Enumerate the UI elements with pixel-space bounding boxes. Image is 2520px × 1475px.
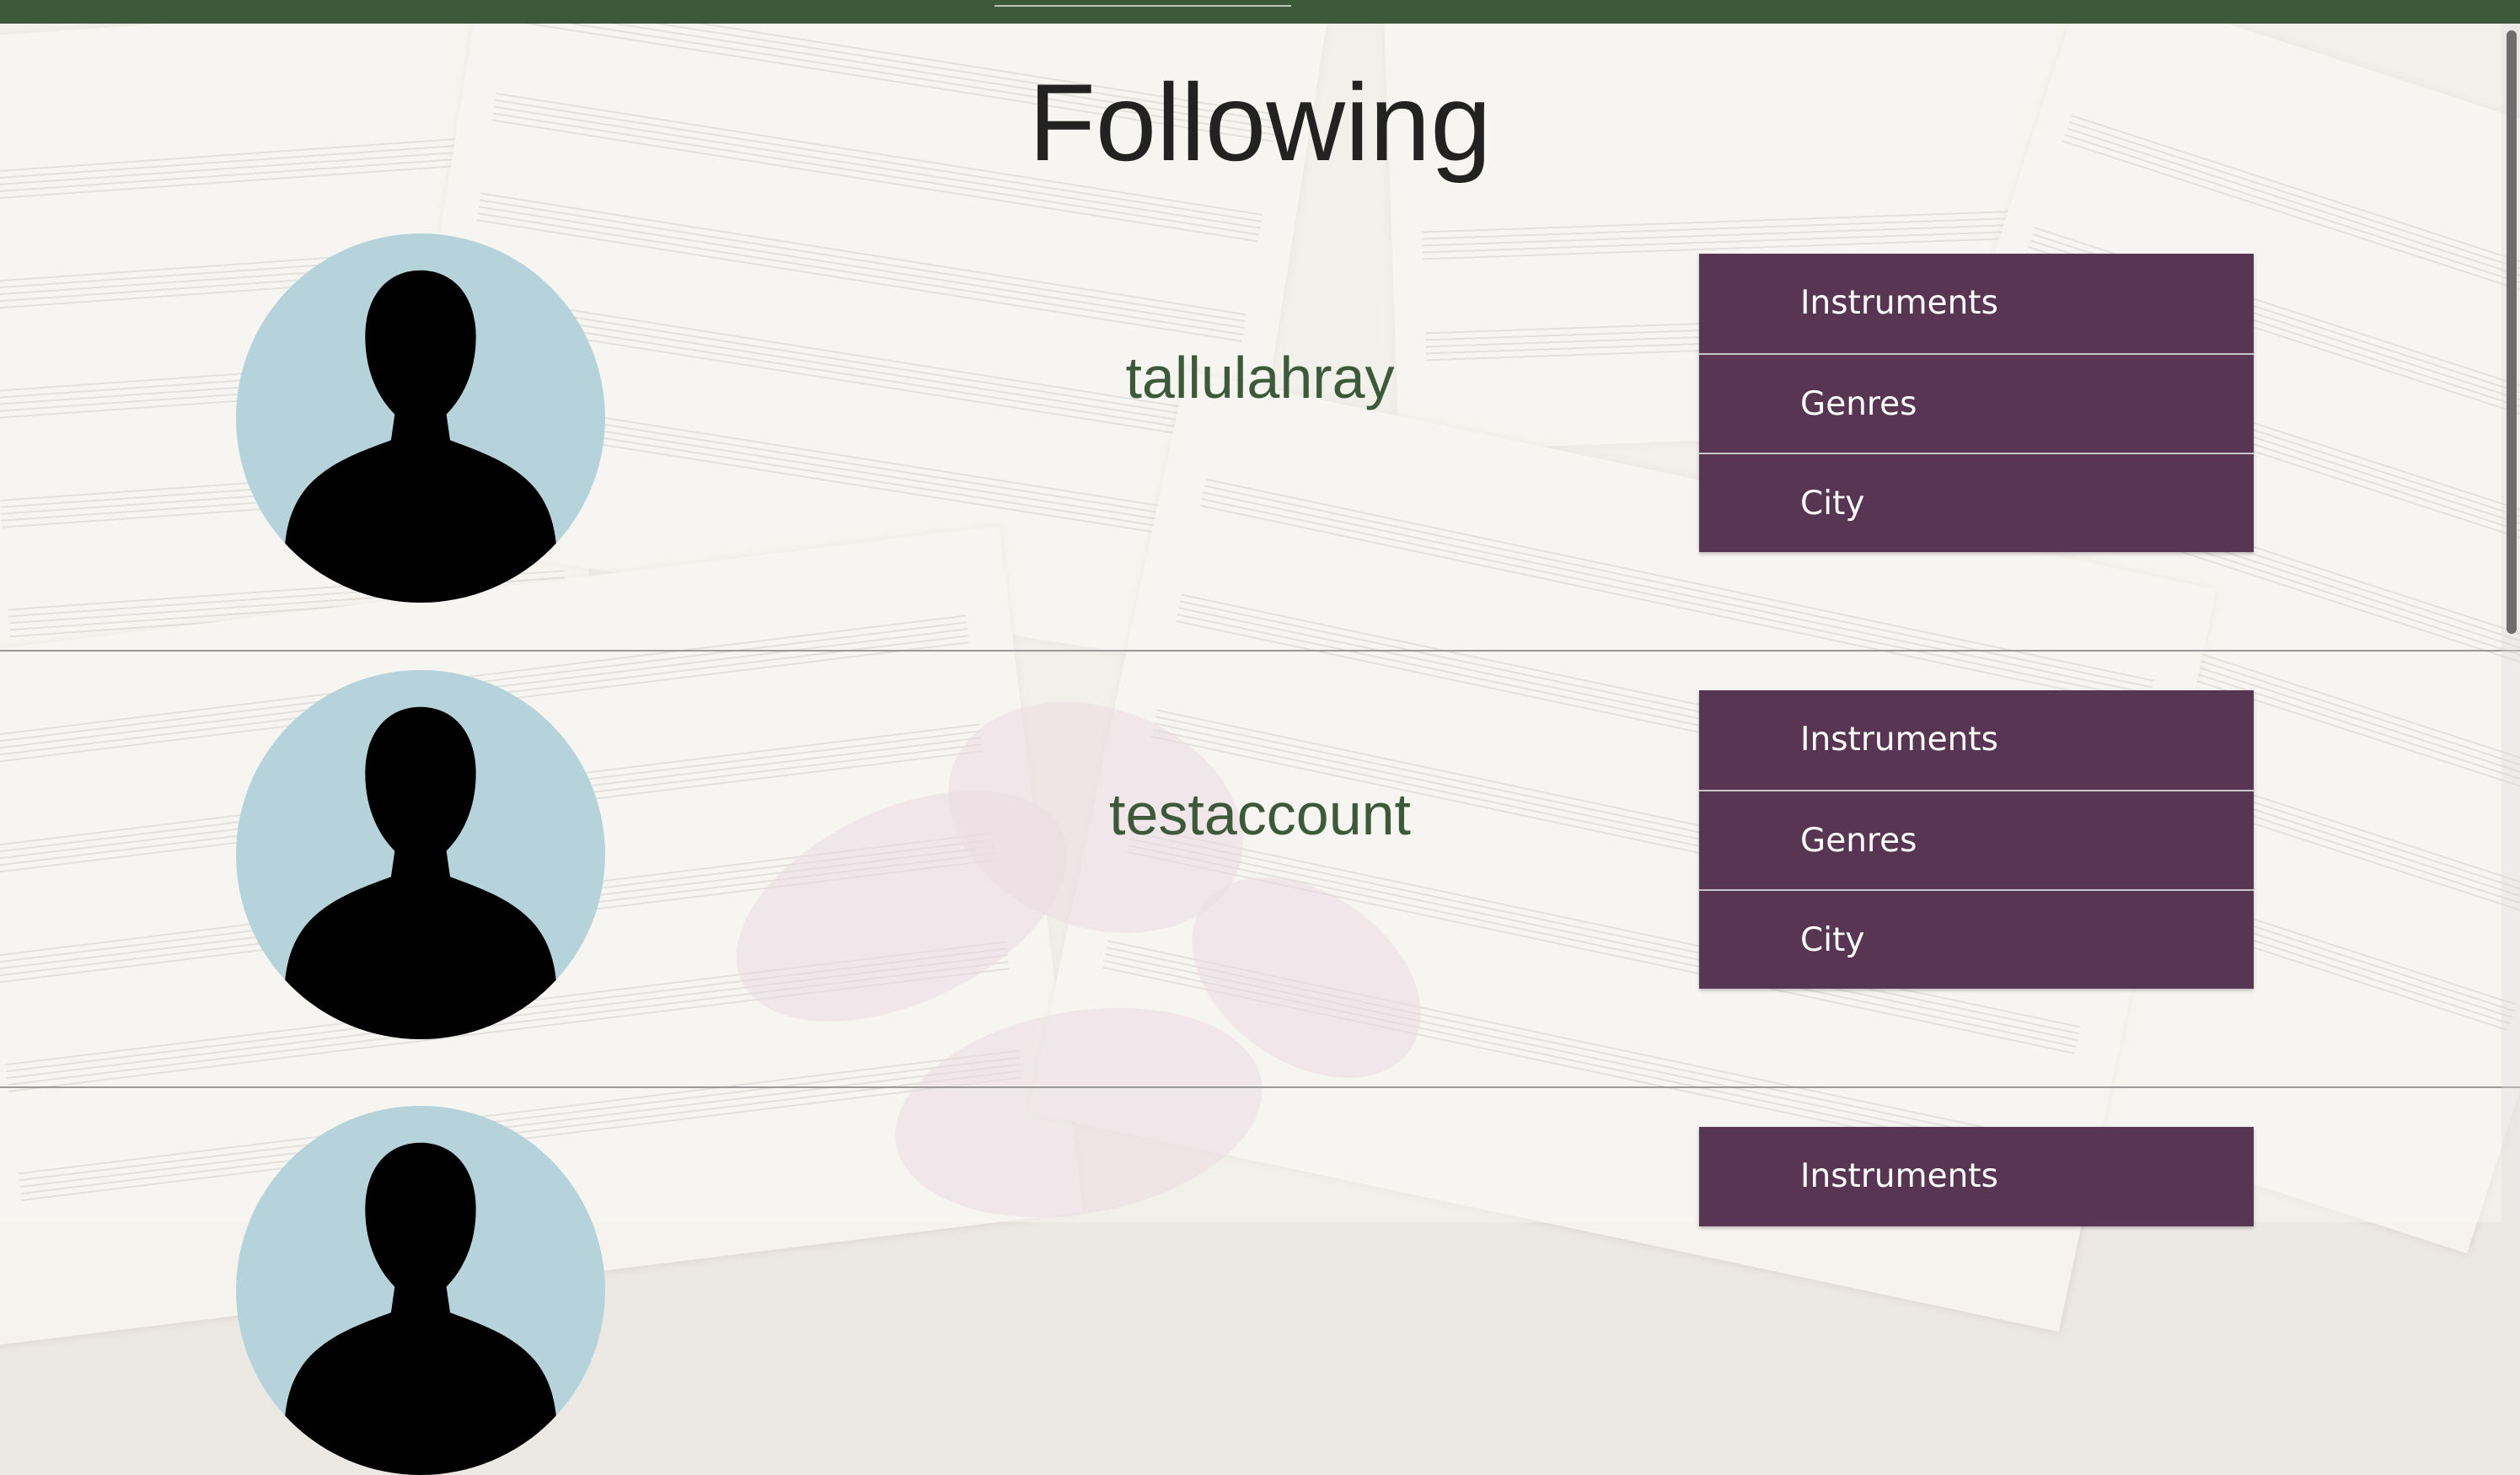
menu-item-city[interactable]: City <box>1699 889 2254 989</box>
username[interactable]: testaccount <box>927 780 1593 848</box>
menu-item-genres[interactable]: Genres <box>1699 790 2254 889</box>
avatar[interactable] <box>236 1106 605 1475</box>
main-content: Following tallulahray Instruments Genres… <box>0 24 2520 1475</box>
following-row: Instruments <box>0 24 2520 1475</box>
user-info-menu: Instruments <box>1699 1127 2254 1226</box>
avatar[interactable] <box>236 670 605 1039</box>
row-divider <box>0 1086 2520 1088</box>
menu-item-instruments[interactable]: Instruments <box>1699 690 2254 790</box>
user-info-menu: Instruments Genres City <box>1699 690 2254 989</box>
row-divider <box>0 650 2520 652</box>
top-nav-bar <box>0 0 2520 24</box>
menu-item-instruments[interactable]: Instruments <box>1699 1127 2254 1226</box>
person-silhouette-icon <box>283 706 558 1039</box>
nav-active-indicator <box>995 5 1291 7</box>
person-silhouette-icon <box>283 1142 558 1475</box>
menu-item-city[interactable]: City <box>1699 453 2254 552</box>
scrollbar-thumb[interactable] <box>2507 30 2517 634</box>
